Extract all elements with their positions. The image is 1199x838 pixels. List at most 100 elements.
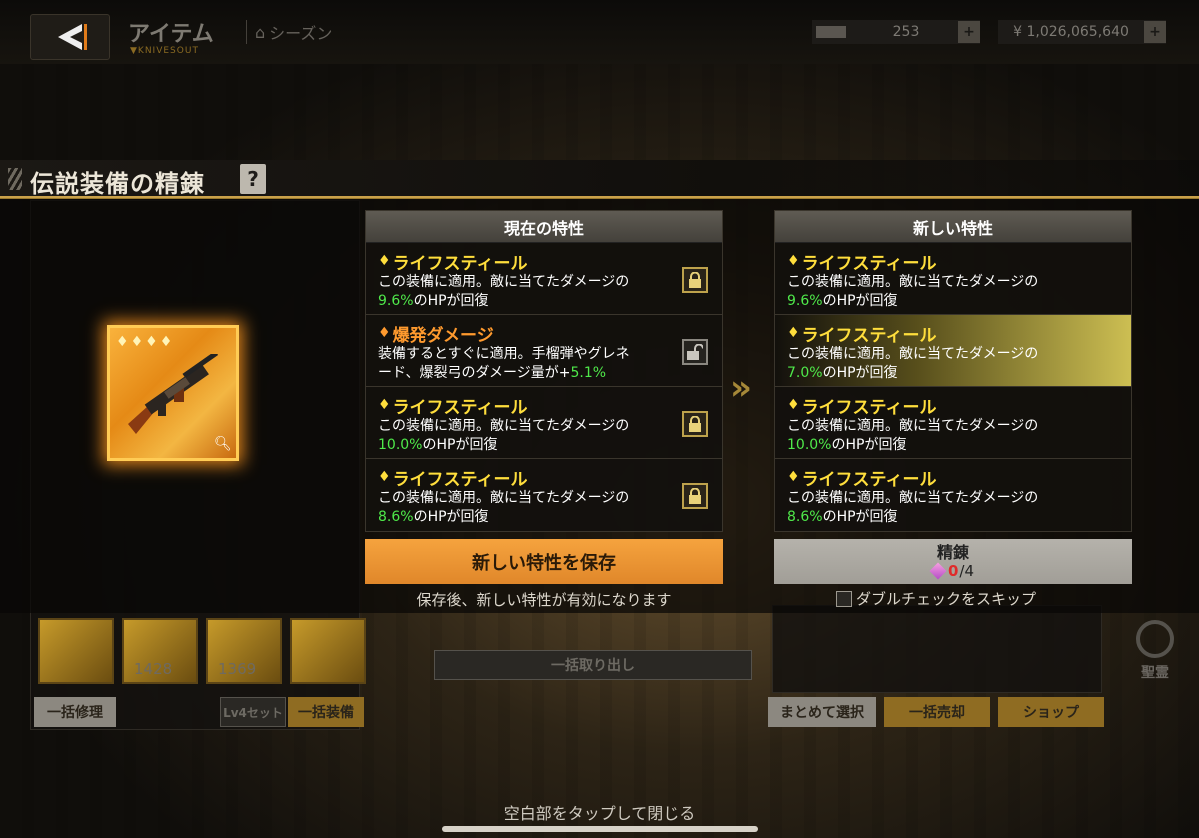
- attribute-description: この装備に適用。敵に当てたダメージの 8.6%のHPが回復: [787, 489, 1119, 527]
- star-icon: ♦: [145, 334, 158, 350]
- attribute-value: 7.0%: [787, 365, 823, 381]
- attribute-desc-line1: この装備に適用。敵に当てたダメージの: [787, 418, 1039, 434]
- sell-all-button: 一括売却: [884, 697, 990, 727]
- attribute-name-text: ライフスティール: [801, 325, 937, 346]
- back-arrow-icon: [58, 24, 87, 50]
- current-attributes-header: 現在の特性: [366, 211, 722, 243]
- refine-button[interactable]: 精錬 0 /4: [774, 539, 1132, 584]
- new-attributes-header: 新しい特性: [775, 211, 1131, 243]
- skip-double-check-checkbox[interactable]: [836, 590, 852, 607]
- attribute-value: 8.6%: [378, 509, 414, 525]
- lv4-set-button: Lv4セット: [220, 697, 286, 727]
- lock-icon: [689, 272, 701, 288]
- crystal-icon: [929, 562, 947, 579]
- equip-slot-armor: 1369: [206, 618, 282, 684]
- attribute-desc-line1: 装備するとすぐに適用。手榴弾やグレネ: [378, 346, 630, 362]
- weapon-card[interactable]: ♦ ♦ ♦ ♦ 🔍︎: [107, 325, 239, 461]
- attribute-name: ♦ ライフスティール: [787, 393, 1119, 418]
- currency-money: ¥ 1,026,065,640 +: [998, 20, 1166, 44]
- star-icon: ♦: [116, 334, 129, 350]
- new-attribute-item-changed: ♦ ライフスティール この装備に適用。敵に当てたダメージの 7.0%のHPが回復: [775, 315, 1131, 387]
- tab-season-label: シーズン: [269, 24, 333, 43]
- lock-toggle[interactable]: [682, 267, 708, 293]
- refine-count-current: 0: [947, 561, 959, 580]
- save-new-attributes-button[interactable]: 新しい特性を保存: [365, 539, 723, 584]
- new-attribute-item: ♦ ライフスティール この装備に適用。敵に当てたダメージの 8.6%のHPが回復: [775, 459, 1131, 531]
- currency-tickets-value: 253: [892, 24, 920, 40]
- current-attribute-item: ♦ 爆発ダメージ 装備するとすぐに適用。手榴弾やグレネ ード、爆裂弓のダメージ量が+…: [366, 315, 722, 387]
- ticket-icon: [816, 26, 846, 38]
- lock-icon: [689, 416, 701, 432]
- attribute-desc-line2: のHPが回復: [413, 509, 489, 525]
- rarity-stars: ♦ ♦ ♦ ♦: [116, 334, 172, 350]
- diamond-icon: ♦: [378, 397, 391, 413]
- diamond-icon: ♦: [378, 469, 391, 485]
- back-button[interactable]: [30, 14, 110, 60]
- top-bar: アイテム ▼KNIVESOUT ⌂ シーズン 253 + ¥ 1,026,065…: [0, 0, 1199, 64]
- current-attribute-item: ♦ ライフスティール この装備に適用。敵に当てたダメージの 8.6%のHPが回復: [366, 459, 722, 531]
- equip-slot-boots: [38, 618, 114, 684]
- repair-all-button: 一括修理: [34, 697, 116, 727]
- select-all-button: まとめて選択: [768, 697, 876, 727]
- skip-double-check[interactable]: ダブルチェックをスキップ: [836, 588, 1036, 609]
- star-icon: ♦: [159, 334, 173, 350]
- diamond-icon: ♦: [787, 325, 800, 341]
- attribute-desc-line2: のHPが回復: [822, 365, 898, 381]
- attribute-value: 10.0%: [787, 437, 832, 453]
- take-out-all-button: 一括取り出し: [434, 650, 752, 680]
- attribute-description: この装備に適用。敵に当てたダメージの 8.6%のHPが回復: [378, 489, 710, 527]
- lock-toggle[interactable]: [682, 339, 708, 365]
- storage-panel-bg: [772, 605, 1102, 693]
- magnify-icon[interactable]: 🔍︎: [214, 436, 232, 454]
- equip-slot-helmet: 1428: [122, 618, 198, 684]
- tap-to-close-hint: 空白部をタップして閉じる: [503, 804, 696, 823]
- attribute-name: ♦ ライフスティール: [787, 249, 1119, 274]
- refine-count-total: /4: [959, 561, 975, 580]
- lock-toggle[interactable]: [682, 483, 708, 509]
- attribute-value: 9.6%: [787, 293, 823, 309]
- attribute-value: 8.6%: [787, 509, 823, 525]
- lock-toggle[interactable]: [682, 411, 708, 437]
- attribute-description: この装備に適用。敵に当てたダメージの 7.0%のHPが回復: [787, 345, 1119, 383]
- spirit-button: 聖霊: [1130, 620, 1180, 682]
- attribute-name-text: ライフスティール: [801, 397, 937, 418]
- currency-tickets: 253 +: [812, 20, 980, 44]
- diamond-icon: ♦: [378, 253, 391, 269]
- unlock-icon: [687, 344, 703, 360]
- attribute-description: この装備に適用。敵に当てたダメージの 10.0%のHPが回復: [378, 417, 710, 455]
- new-attribute-item: ♦ ライフスティール この装備に適用。敵に当てたダメージの 9.6%のHPが回復: [775, 243, 1131, 315]
- attribute-value: 5.1%: [570, 365, 607, 381]
- shop-button: ショップ: [998, 697, 1104, 727]
- attribute-desc-line1: この装備に適用。敵に当てたダメージの: [378, 490, 630, 506]
- star-icon: ♦: [130, 334, 144, 350]
- diamond-icon: ♦: [787, 469, 800, 485]
- attribute-value: 9.6%: [378, 293, 414, 309]
- attribute-value: 10.0%: [378, 437, 423, 453]
- attribute-description: この装備に適用。敵に当てたダメージの 10.0%のHPが回復: [787, 417, 1119, 455]
- refine-cost: 0 /4: [929, 561, 975, 580]
- add-tickets-button[interactable]: +: [958, 21, 980, 43]
- tab-season[interactable]: ⌂ シーズン: [246, 20, 332, 44]
- attribute-desc-line2: のHPが回復: [822, 293, 898, 309]
- modal-title: 伝説装備の精錬: [30, 170, 205, 198]
- save-note: 保存後、新しい特性が有効になります: [416, 591, 672, 609]
- attribute-name-text: 爆発ダメージ: [392, 325, 494, 346]
- home-icon: ⌂: [255, 22, 266, 42]
- home-indicator[interactable]: [442, 826, 758, 832]
- attribute-name: ♦ ライフスティール: [378, 249, 710, 274]
- attribute-desc-line1: この装備に適用。敵に当てたダメージの: [787, 346, 1039, 362]
- attribute-name: ♦ ライフスティール: [787, 321, 1119, 346]
- attribute-description: この装備に適用。敵に当てたダメージの 9.6%のHPが回復: [787, 273, 1119, 311]
- attribute-name-text: ライフスティール: [392, 253, 528, 274]
- add-money-button[interactable]: +: [1144, 21, 1166, 43]
- help-button[interactable]: ?: [240, 164, 266, 194]
- attribute-desc-line1: この装備に適用。敵に当てたダメージの: [787, 274, 1039, 290]
- tommy-gun-icon: [128, 354, 219, 434]
- screen-title: アイテム: [128, 22, 214, 47]
- attribute-desc-line2: ード、爆裂弓のダメージ量が+: [378, 365, 571, 381]
- header-stripe-decoration: [8, 168, 22, 190]
- attribute-desc-line1: この装備に適用。敵に当てたダメージの: [787, 490, 1039, 506]
- attribute-name: ♦ ライフスティール: [378, 465, 710, 490]
- attribute-name-text: ライフスティール: [392, 397, 528, 418]
- current-attributes-panel: 現在の特性 ♦ ライフスティール この装備に適用。敵に当てたダメージの 9.6%のH…: [365, 210, 723, 532]
